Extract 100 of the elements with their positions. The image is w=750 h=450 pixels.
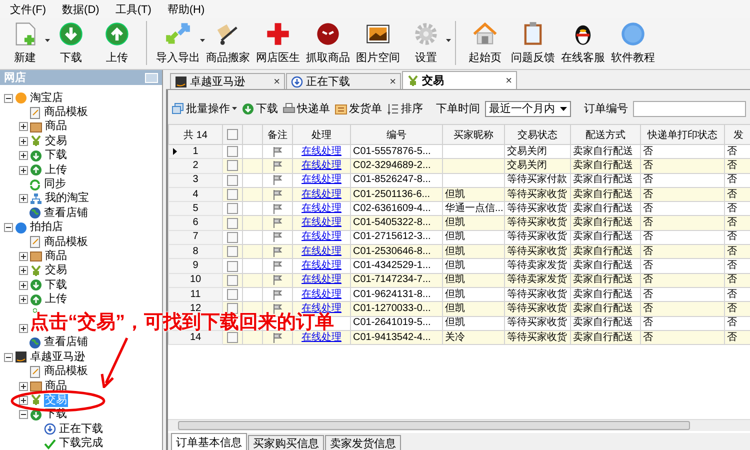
menu-item[interactable]: 帮助(H)	[167, 2, 205, 16]
row-checkbox[interactable]	[227, 218, 238, 229]
expand-toggle[interactable]	[19, 266, 28, 276]
expand-toggle[interactable]	[19, 324, 28, 333]
tree-item[interactable]: 上传	[44, 293, 68, 306]
collapse-toggle[interactable]	[4, 223, 13, 232]
row-checkbox[interactable]	[227, 274, 238, 286]
toolbar-button[interactable]: 排序	[387, 101, 423, 116]
column-header[interactable]: 备注	[262, 124, 292, 144]
toolbar-button[interactable]: 软件教程	[608, 19, 658, 65]
tree-item[interactable]: 下载	[44, 278, 68, 292]
row-checkbox[interactable]	[227, 174, 238, 186]
flag-icon[interactable]	[273, 204, 282, 214]
toolbar-button[interactable]: 批量操作	[172, 101, 237, 116]
row-checkbox[interactable]	[227, 232, 238, 243]
document-tab[interactable]: 交易 ×	[402, 71, 517, 89]
collapse-toggle[interactable]	[4, 94, 13, 103]
tree-item[interactable]: 拍拍店	[29, 221, 64, 234]
toolbar-button[interactable]: 网店医生	[253, 19, 303, 65]
menu-item[interactable]: 文件(F)	[10, 2, 46, 16]
column-header[interactable]: 发	[724, 124, 750, 144]
menu-item[interactable]: 工具(T)	[115, 2, 152, 16]
column-header[interactable]: 买家昵称	[442, 124, 504, 144]
expand-toggle[interactable]	[19, 194, 28, 204]
toolbar-button[interactable]: 快递单	[283, 101, 330, 116]
document-tab[interactable]: 正在下载 ×	[286, 73, 401, 89]
toolbar-button[interactable]: 问题反馈	[508, 19, 558, 65]
toolbar-button[interactable]: 在线客服	[558, 19, 608, 65]
row-checkbox[interactable]	[227, 332, 238, 343]
flag-icon[interactable]	[273, 175, 282, 186]
column-header[interactable]: 快递单打印状态	[640, 124, 724, 144]
collapse-toggle[interactable]	[19, 410, 28, 420]
row-checkbox[interactable]	[227, 189, 238, 200]
flag-icon[interactable]	[273, 232, 282, 242]
flag-icon[interactable]	[273, 246, 282, 257]
expand-toggle[interactable]	[19, 382, 28, 390]
tree-item[interactable]: 商品模板	[43, 106, 89, 120]
info-tab[interactable]: 买家购买信息	[248, 435, 324, 450]
flag-icon[interactable]	[273, 304, 282, 314]
tree-item[interactable]: 上传	[44, 164, 68, 177]
toolbar-button[interactable]: 商品搬家	[203, 19, 253, 65]
flag-icon[interactable]	[273, 275, 282, 286]
tree-item[interactable]: 商品模板	[43, 365, 89, 378]
flag-icon[interactable]	[273, 332, 282, 342]
tree-item[interactable]: 我的淘宝	[44, 192, 90, 206]
flag-icon[interactable]	[273, 160, 282, 171]
toolbar-button[interactable]: 新建	[2, 19, 48, 65]
expand-toggle[interactable]	[19, 166, 28, 175]
tree-item[interactable]: 商品	[44, 120, 68, 134]
horizontal-scrollbar[interactable]	[168, 419, 750, 431]
flag-icon[interactable]	[273, 290, 282, 300]
toolbar-button[interactable]: 抓取商品	[303, 19, 353, 65]
info-tab[interactable]: 订单基本信息	[171, 433, 247, 450]
toolbar-button[interactable]: 起始页	[462, 19, 508, 65]
expand-toggle[interactable]	[19, 151, 28, 160]
select-all-checkbox[interactable]	[227, 129, 238, 140]
scrollbar-thumb[interactable]	[178, 421, 690, 430]
row-checkbox[interactable]	[227, 160, 238, 172]
toolbar-button[interactable]: 导入导出	[153, 19, 203, 65]
collapse-toggle[interactable]	[4, 352, 13, 362]
close-button[interactable]: ×	[390, 76, 396, 88]
flag-icon[interactable]	[273, 146, 282, 157]
info-tab[interactable]: 卖家发货信息	[325, 435, 401, 450]
tree-item[interactable]: 交易	[44, 264, 68, 278]
tree-item[interactable]: 商品	[44, 380, 68, 392]
row-checkbox[interactable]	[227, 203, 238, 214]
column-header[interactable]: 交易状态	[504, 124, 570, 144]
toolbar-button[interactable]: 下载	[48, 19, 94, 65]
tree-item[interactable]: 淘宝店	[29, 92, 64, 105]
row-checkbox[interactable]	[227, 146, 238, 158]
expand-toggle[interactable]	[19, 122, 28, 132]
toolbar-button[interactable]: 设置	[403, 19, 449, 65]
toolbar-button[interactable]: 上传	[94, 19, 140, 65]
tree-item[interactable]: 商品模板	[43, 236, 89, 249]
toolbar-button[interactable]: 图片空间	[353, 19, 403, 65]
column-header[interactable]: 处理	[292, 124, 350, 144]
toolbar-button[interactable]: 发货单	[335, 101, 382, 116]
document-tab[interactable]: 卓越亚马逊 ×	[170, 73, 285, 89]
expand-toggle[interactable]	[19, 396, 28, 405]
close-button[interactable]: ×	[506, 74, 512, 86]
tree-item[interactable]: 下载完成	[58, 437, 104, 450]
tree-item[interactable]: 同步	[43, 178, 67, 192]
expand-toggle[interactable]	[19, 136, 28, 146]
row-checkbox[interactable]	[227, 289, 238, 300]
tree-item[interactable]: 正在下载	[58, 422, 104, 436]
flag-icon[interactable]	[273, 218, 282, 228]
tree-item[interactable]: 交易	[44, 134, 68, 148]
tree-item[interactable]: 卓越亚马逊	[29, 350, 86, 364]
tree-item[interactable]: 商品	[44, 250, 68, 263]
order-number-field[interactable]	[633, 100, 746, 116]
tree-item[interactable]: 下载	[44, 149, 68, 162]
tree-item[interactable]: 查看店铺	[43, 206, 89, 220]
column-header[interactable]: 编号	[350, 124, 442, 144]
toolbar-button[interactable]: 下载	[242, 101, 278, 116]
flag-icon[interactable]	[273, 190, 282, 200]
row-checkbox[interactable]	[227, 246, 238, 258]
row-checkbox[interactable]	[227, 260, 238, 272]
tree-item[interactable]: 查看店铺	[43, 336, 89, 350]
column-header[interactable]: 配送方式	[570, 124, 640, 144]
expand-toggle[interactable]	[19, 280, 28, 290]
